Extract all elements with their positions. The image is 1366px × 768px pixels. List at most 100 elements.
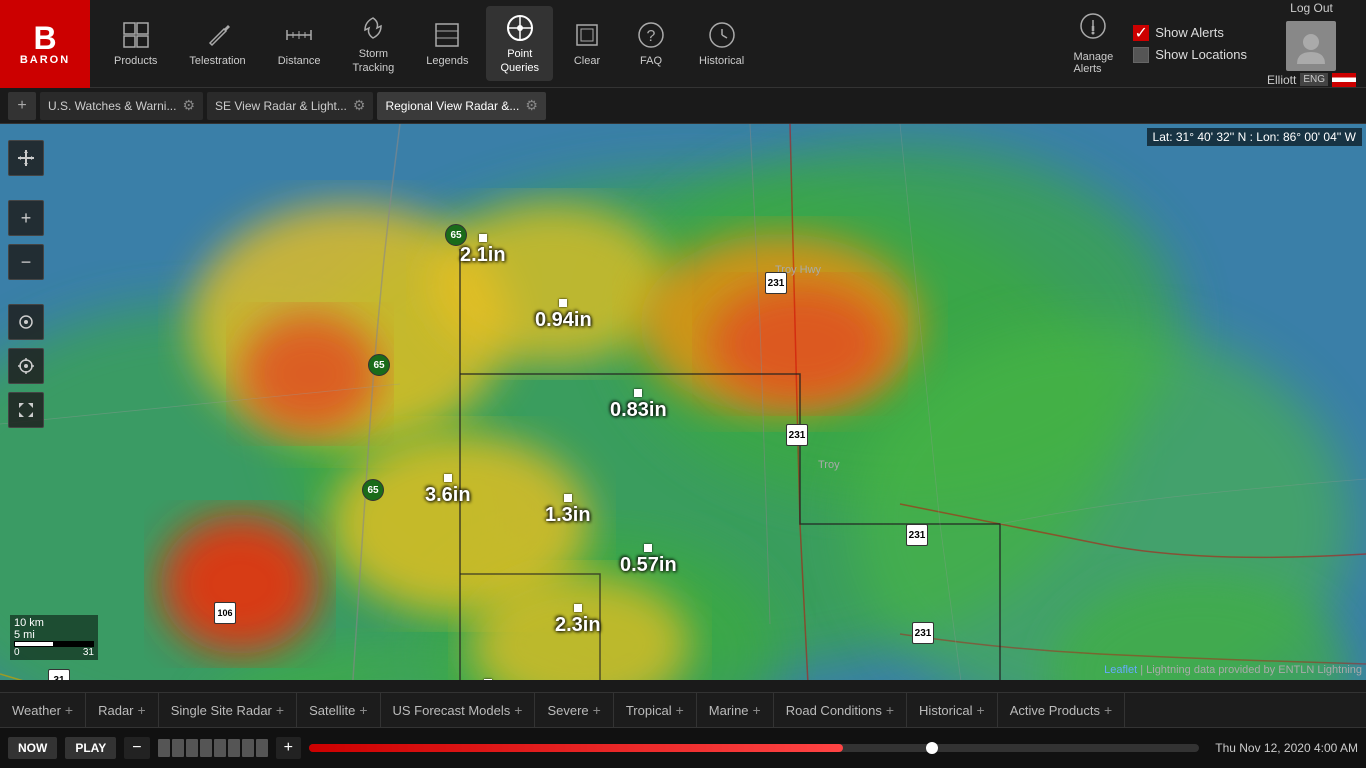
distance-button[interactable]: Distance [264, 13, 335, 74]
user-area: Log Out Elliott ENG [1267, 1, 1356, 87]
point-queries-icon [504, 12, 536, 44]
nav-us-forecast[interactable]: US Forecast Models + [381, 692, 536, 728]
clear-label: Clear [574, 55, 600, 68]
tab-gear-icon-3[interactable]: ⚙ [525, 97, 538, 114]
nav-severe[interactable]: Severe + [535, 692, 613, 728]
tab-bar: + U.S. Watches & Warni... ⚙ SE View Rada… [0, 88, 1366, 124]
tab-se-view[interactable]: SE View Radar & Light... ⚙ [207, 92, 373, 120]
logo-letter: B [33, 22, 56, 54]
nav-radar-label: Radar [98, 703, 133, 718]
products-button[interactable]: Products [100, 13, 171, 74]
nav-radar-add[interactable]: + [138, 702, 146, 718]
nav-road-conditions-label: Road Conditions [786, 703, 882, 718]
show-locations-checkbox[interactable] [1133, 47, 1149, 63]
expand-button[interactable] [8, 392, 44, 428]
zoom-out-button[interactable]: − [8, 244, 44, 280]
faq-button[interactable]: ? FAQ [621, 13, 681, 74]
map-area[interactable]: 65 65 65 231 231 231 231 431 106 31 31 5… [0, 124, 1366, 680]
toolbar-items: Products Telestration Distance Storm Tra… [90, 6, 1063, 80]
legends-label: Legends [426, 55, 468, 68]
nav-severe-add[interactable]: + [593, 702, 601, 718]
nav-weather-label: Weather [12, 703, 61, 718]
point-queries-button[interactable]: PointQueries [486, 6, 553, 80]
track-seg-3[interactable] [186, 739, 198, 757]
products-icon [120, 19, 152, 51]
nav-road-conditions-add[interactable]: + [886, 702, 894, 718]
track-seg-4[interactable] [200, 739, 212, 757]
historical-icon [706, 19, 738, 51]
nav-satellite-add[interactable]: + [359, 702, 367, 718]
timeline-minus-button[interactable]: − [124, 737, 149, 759]
legends-button[interactable]: Legends [412, 13, 482, 74]
track-seg-6[interactable] [228, 739, 240, 757]
coordinates-display: Lat: 31° 40' 32'' N : Lon: 86° 00' 04'' … [1147, 128, 1362, 146]
nav-tropical[interactable]: Tropical + [614, 692, 697, 728]
timeline-progress-bar[interactable] [309, 744, 1199, 752]
show-alerts-checkbox[interactable]: ✓ [1133, 25, 1149, 41]
track-seg-1[interactable] [158, 739, 170, 757]
nav-active-products-label: Active Products [1010, 703, 1100, 718]
faq-label: FAQ [640, 55, 662, 68]
highway-badge-65-1: 65 [445, 224, 467, 246]
products-label: Products [114, 55, 157, 68]
nav-single-site-add[interactable]: + [276, 702, 284, 718]
track-seg-8[interactable] [256, 739, 268, 757]
map-svg [0, 124, 1366, 680]
faq-icon: ? [635, 19, 667, 51]
distance-icon [283, 19, 315, 51]
add-tab-button[interactable]: + [8, 92, 36, 120]
now-button[interactable]: NOW [8, 737, 57, 759]
track-seg-2[interactable] [172, 739, 184, 757]
logo-name: BARON [20, 54, 70, 66]
track-seg-7[interactable] [242, 739, 254, 757]
track-seg-5[interactable] [214, 739, 226, 757]
nav-marine-add[interactable]: + [753, 702, 761, 718]
leaflet-link[interactable]: Leaflet [1104, 664, 1137, 676]
telestration-label: Telestration [189, 55, 245, 68]
telestration-button[interactable]: Telestration [175, 13, 259, 74]
highway-badge-65-2: 65 [368, 354, 390, 376]
flag-icon [1332, 73, 1356, 87]
nav-weather[interactable]: Weather + [0, 692, 86, 728]
show-alerts-toggle[interactable]: ✓ Show Alerts [1133, 25, 1247, 41]
timeline-plus-button[interactable]: + [276, 737, 301, 759]
scale-mi: 5 mi [14, 629, 94, 641]
tab-us-watches[interactable]: U.S. Watches & Warni... ⚙ [40, 92, 203, 120]
clear-button[interactable]: Clear [557, 13, 617, 74]
toolbar-right: ManageAlerts ✓ Show Alerts Show Location… [1063, 1, 1356, 87]
zoom-to-fit-button[interactable] [8, 304, 44, 340]
manage-alerts-button[interactable]: ManageAlerts [1063, 6, 1123, 81]
timeline-progress-dot[interactable] [926, 742, 938, 754]
storm-tracking-button[interactable]: Storm Tracking [338, 6, 408, 80]
tab-gear-icon-1[interactable]: ⚙ [182, 97, 195, 114]
precip-label-7: 2.3in [555, 604, 601, 637]
nav-historical[interactable]: Historical + [907, 692, 998, 728]
tab-regional-view[interactable]: Regional View Radar &... ⚙ [377, 92, 545, 120]
timestamp-display: Thu Nov 12, 2020 4:00 AM [1215, 741, 1358, 755]
pan-button[interactable] [8, 140, 44, 176]
highway-badge-31: 31 [48, 669, 70, 680]
play-button[interactable]: PLAY [65, 737, 116, 759]
historical-button[interactable]: Historical [685, 13, 758, 74]
show-locations-toggle[interactable]: Show Locations [1133, 47, 1247, 63]
nav-single-site-label: Single Site Radar [171, 703, 272, 718]
nav-weather-add[interactable]: + [65, 702, 73, 718]
nav-tropical-add[interactable]: + [676, 702, 684, 718]
manage-alerts-label: ManageAlerts [1073, 51, 1113, 75]
nav-road-conditions[interactable]: Road Conditions + [774, 692, 907, 728]
nav-single-site-radar[interactable]: Single Site Radar + [159, 692, 297, 728]
nav-marine[interactable]: Marine + [697, 692, 774, 728]
zoom-in-button[interactable]: + [8, 200, 44, 236]
logout-button[interactable]: Log Out [1290, 1, 1333, 15]
nav-active-products[interactable]: Active Products + [998, 692, 1126, 728]
nav-us-forecast-add[interactable]: + [514, 702, 522, 718]
timeline-bar: NOW PLAY − + Thu Nov 12, 2020 4:00 AM [0, 728, 1366, 768]
nav-active-products-add[interactable]: + [1104, 702, 1112, 718]
tab-gear-icon-2[interactable]: ⚙ [353, 97, 366, 114]
locate-button[interactable] [8, 348, 44, 384]
left-controls: + − [8, 140, 44, 428]
nav-radar[interactable]: Radar + [86, 692, 159, 728]
nav-satellite[interactable]: Satellite + [297, 692, 380, 728]
nav-historical-add[interactable]: + [977, 702, 985, 718]
show-locations-label: Show Locations [1155, 47, 1247, 62]
